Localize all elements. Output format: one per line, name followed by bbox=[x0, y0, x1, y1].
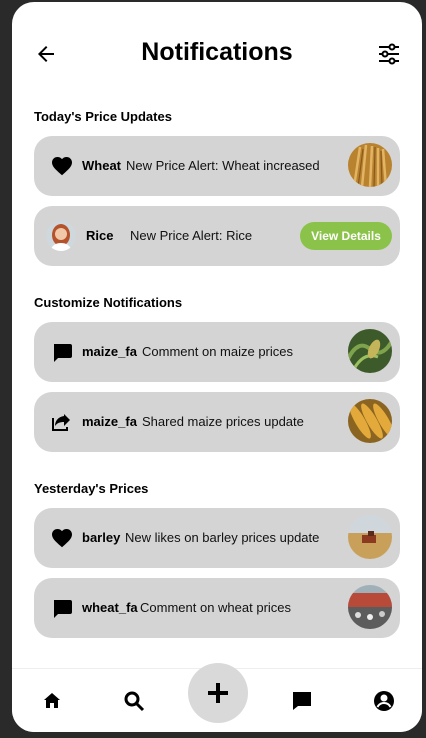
notification-card[interactable]: Rice New Price Alert: Rice View Details bbox=[34, 206, 400, 266]
avatar bbox=[46, 221, 76, 251]
notification-card[interactable]: maize_fa Shared maize prices update bbox=[34, 392, 400, 452]
heart-icon bbox=[50, 154, 74, 178]
profile-icon[interactable] bbox=[372, 689, 396, 713]
wheat-image bbox=[348, 143, 392, 187]
comment-icon bbox=[50, 340, 74, 364]
barley-harvest-image bbox=[348, 515, 392, 559]
heart-icon bbox=[50, 526, 74, 550]
notification-message: Comment on maize prices bbox=[142, 344, 293, 359]
notification-message: New Price Alert: Rice bbox=[130, 228, 253, 243]
share-icon bbox=[50, 410, 74, 434]
view-details-button[interactable]: View Details bbox=[300, 222, 392, 250]
plus-icon bbox=[208, 683, 228, 703]
notification-card[interactable]: barley New likes on barley prices update bbox=[34, 508, 400, 568]
notification-user[interactable]: maize_fa bbox=[82, 344, 137, 359]
section-title-customize: Customize Notifications bbox=[34, 295, 183, 310]
notification-card[interactable]: maize_fa Comment on maize prices bbox=[34, 322, 400, 382]
notification-message: Comment on wheat prices bbox=[140, 600, 292, 615]
notification-message: New likes on barley prices update bbox=[125, 530, 320, 545]
sliders-icon bbox=[379, 43, 399, 65]
notification-message: New Price Alert: Wheat increased bbox=[126, 158, 320, 173]
maize-field-image bbox=[348, 329, 392, 373]
comment-icon bbox=[50, 596, 74, 620]
page-title: Notifications bbox=[141, 38, 293, 66]
notification-card[interactable]: wheat_fa Comment on wheat prices bbox=[34, 578, 400, 638]
bottom-navigation bbox=[12, 663, 422, 732]
chat-icon[interactable] bbox=[290, 689, 314, 713]
notification-user[interactable]: maize_fa bbox=[82, 414, 137, 429]
filter-button[interactable] bbox=[377, 42, 401, 66]
section-title-yesterday: Yesterday's Prices bbox=[34, 481, 149, 496]
notification-user[interactable]: Rice bbox=[86, 228, 113, 243]
phone-screen: Notifications Today's Price Updates Whea… bbox=[12, 2, 422, 732]
notification-user[interactable]: Wheat bbox=[82, 158, 121, 173]
notification-message: Shared maize prices update bbox=[142, 414, 304, 429]
notification-user[interactable]: barley bbox=[82, 530, 120, 545]
home-icon[interactable] bbox=[40, 689, 64, 713]
search-icon[interactable] bbox=[122, 689, 146, 713]
header: Notifications bbox=[12, 2, 422, 102]
section-title-today: Today's Price Updates bbox=[34, 109, 172, 124]
notification-user[interactable]: wheat_fa bbox=[82, 600, 138, 615]
notification-card[interactable]: Wheat New Price Alert: Wheat increased bbox=[34, 136, 400, 196]
maize-cobs-image bbox=[348, 399, 392, 443]
market-image bbox=[348, 585, 392, 629]
add-button[interactable] bbox=[188, 663, 248, 723]
